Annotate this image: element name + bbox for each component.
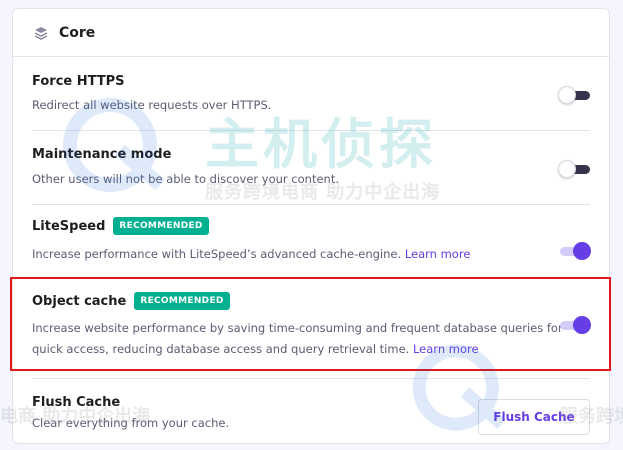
recommended-badge: RECOMMENDED [113, 217, 209, 235]
setting-name: Object cache [32, 293, 127, 309]
setting-description-row: Increase performance with LiteSpeed’s ad… [32, 244, 470, 265]
flush-cache-button[interactable]: Flush Cache [478, 399, 590, 435]
setting-object-cache: Object cache RECOMMENDED Increase websit… [32, 279, 591, 379]
force-https-toggle[interactable] [558, 86, 590, 104]
toggle-knob [558, 86, 576, 104]
setting-name-row: Object cache RECOMMENDED [32, 292, 230, 310]
section-title: Core [59, 24, 96, 41]
core-settings-panel: Core Force HTTPS Redirect all website re… [12, 8, 610, 444]
setting-description: Increase performance with LiteSpeed’s ad… [32, 247, 402, 261]
setting-description: Redirect all website requests over HTTPS… [32, 98, 272, 112]
setting-description-line2: quick access, reducing database access a… [32, 342, 410, 356]
toggle-knob [558, 160, 576, 178]
setting-description: Clear everything from your cache. [32, 416, 230, 430]
learn-more-link[interactable]: Learn more [413, 342, 479, 356]
litespeed-toggle[interactable] [558, 242, 591, 260]
setting-name: Force HTTPS [32, 74, 125, 89]
setting-name-row: LiteSpeed RECOMMENDED [32, 217, 209, 235]
setting-flush-cache: Flush Cache Clear everything from your c… [32, 379, 590, 443]
setting-description-line2-row: quick access, reducing database access a… [32, 339, 479, 360]
setting-force-https: Force HTTPS Redirect all website request… [32, 57, 590, 131]
maintenance-mode-toggle[interactable] [558, 160, 590, 178]
setting-description-line1: Increase website performance by saving t… [32, 321, 563, 335]
setting-name: Maintenance mode [32, 147, 172, 162]
setting-litespeed: LiteSpeed RECOMMENDED Increase performan… [32, 205, 591, 279]
toggle-knob [573, 242, 591, 260]
setting-name: LiteSpeed [32, 218, 106, 234]
setting-name: Flush Cache [32, 395, 121, 410]
recommended-badge: RECOMMENDED [134, 292, 230, 310]
learn-more-link[interactable]: Learn more [405, 247, 471, 261]
toggle-knob [573, 316, 591, 334]
object-cache-toggle[interactable] [558, 316, 591, 334]
panel-header: Core [13, 9, 609, 57]
setting-description: Other users will not be able to discover… [32, 172, 339, 186]
layers-icon [33, 25, 49, 41]
setting-maintenance-mode: Maintenance mode Other users will not be… [32, 131, 590, 205]
